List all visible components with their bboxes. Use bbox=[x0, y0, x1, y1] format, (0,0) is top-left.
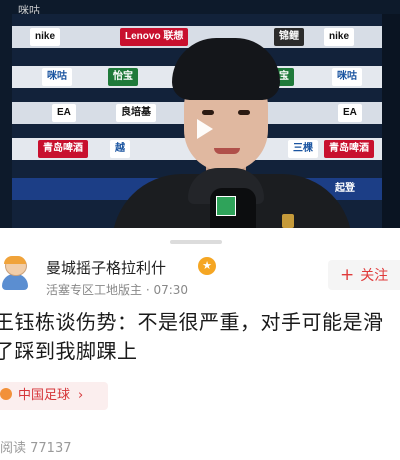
author-name[interactable]: 曼城摇子格拉利什 bbox=[46, 257, 166, 278]
microphone-flag bbox=[216, 196, 236, 216]
ad-label: EA bbox=[52, 104, 76, 122]
avatar[interactable] bbox=[2, 256, 28, 292]
video-frame: nike Lenovo 联想 锦鲤 nike 咪咕 怡宝 怡宝 咪咕 EA 良培… bbox=[12, 14, 382, 228]
page-title: 王钰栋谈伤势：不是很严重，对手可能是滑了踩到我脚踝上 bbox=[0, 310, 384, 363]
follow-label: 关注 bbox=[360, 268, 389, 284]
ad-label: 咪咕 bbox=[332, 68, 362, 86]
author-meta: 活塞专区工地版主 · 07:30 bbox=[46, 283, 189, 297]
ad-label: 咪咕 bbox=[42, 68, 72, 86]
hair bbox=[172, 38, 280, 100]
ad-label: 起登 bbox=[335, 183, 355, 194]
video-player[interactable]: 咪咕 nike Lenovo 联想 锦鲤 nike 咪咕 怡宝 怡宝 咪咕 EA… bbox=[0, 0, 400, 228]
eye bbox=[238, 110, 250, 115]
avatar-body bbox=[2, 274, 28, 290]
play-icon[interactable] bbox=[197, 119, 213, 139]
read-count: 阅读 77137 bbox=[0, 441, 72, 456]
drag-handle[interactable] bbox=[170, 240, 222, 244]
eye bbox=[202, 110, 214, 115]
avatar-hat bbox=[4, 256, 26, 264]
ad-label: 越 bbox=[110, 140, 130, 158]
follow-button[interactable]: + 关注 bbox=[328, 260, 400, 290]
video-side-strip bbox=[382, 14, 400, 228]
plus-icon: + bbox=[340, 265, 355, 285]
club-badge bbox=[282, 214, 294, 228]
topic-label: 中国足球 bbox=[18, 388, 71, 403]
interviewee bbox=[112, 38, 352, 228]
ad-label: EA bbox=[338, 104, 362, 122]
mouth bbox=[214, 148, 240, 154]
ad-label: 青岛啤酒 bbox=[38, 140, 88, 158]
ad-label: nike bbox=[30, 28, 61, 46]
chevron-right-icon: › bbox=[78, 388, 84, 403]
tiger-badge-icon: ★ bbox=[198, 257, 216, 275]
topic-tag[interactable]: 中国足球 › bbox=[0, 382, 108, 410]
topic-icon bbox=[0, 388, 12, 400]
